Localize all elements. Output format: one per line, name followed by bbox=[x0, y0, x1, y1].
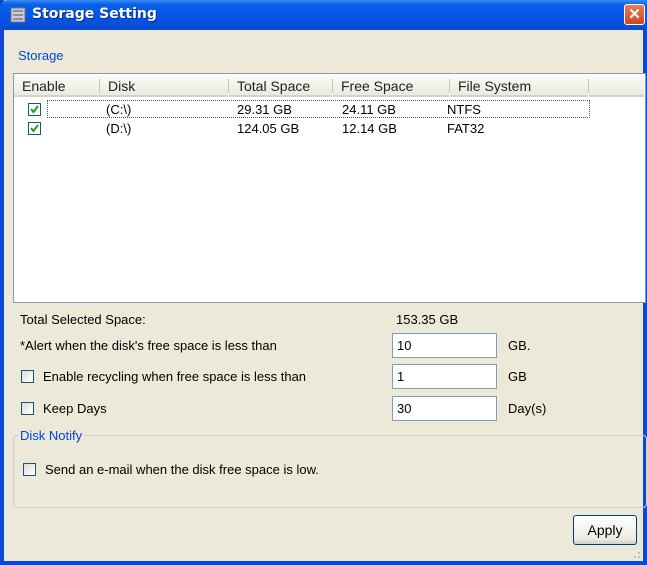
column-file-system[interactable]: File System bbox=[450, 75, 588, 97]
window-title: Storage Setting bbox=[32, 6, 157, 22]
free-space-cell: 24.11 GB bbox=[342, 102, 396, 117]
column-filler bbox=[589, 75, 644, 97]
total-selected-label: Total Selected Space: bbox=[20, 312, 146, 327]
alert-unit: GB. bbox=[508, 338, 531, 353]
total-space-cell: 124.05 GB bbox=[237, 121, 300, 136]
table-row[interactable]: (D:\) 124.05 GB 12.14 GB FAT32 bbox=[28, 120, 628, 137]
keep-days-label: Keep Days bbox=[43, 401, 107, 416]
file-system-cell: NTFS bbox=[447, 102, 481, 117]
column-total-space[interactable]: Total Space bbox=[229, 75, 332, 97]
email-notify-checkbox[interactable] bbox=[23, 463, 36, 476]
recycling-unit: GB bbox=[508, 369, 527, 384]
column-disk[interactable]: Disk bbox=[100, 75, 228, 97]
file-system-cell: FAT32 bbox=[447, 121, 485, 136]
disk-cell: (D:\) bbox=[106, 121, 132, 136]
column-free-space[interactable]: Free Space bbox=[333, 75, 449, 97]
disk-cell: (C:\) bbox=[106, 102, 132, 117]
enable-checkbox[interactable] bbox=[28, 122, 41, 135]
resize-grip-icon[interactable] bbox=[629, 547, 641, 559]
alert-label: *Alert when the disk's free space is les… bbox=[20, 338, 277, 353]
disk-list-header: Enable Disk Total Space Free Space File … bbox=[13, 75, 646, 97]
checkmark-icon bbox=[30, 124, 39, 133]
recycling-checkbox[interactable] bbox=[21, 370, 34, 383]
disk-notify-legend: Disk Notify bbox=[20, 428, 83, 443]
total-space-cell: 29.31 GB bbox=[237, 102, 292, 117]
recycling-label: Enable recycling when free space is less… bbox=[43, 369, 307, 384]
total-selected-value: 153.35 GB bbox=[396, 312, 459, 327]
free-space-cell: 12.14 GB bbox=[342, 121, 397, 136]
email-notify-label: Send an e-mail when the disk free space … bbox=[45, 462, 319, 477]
close-button[interactable]: ✕ bbox=[624, 4, 645, 25]
checkmark-icon bbox=[30, 105, 39, 114]
title-bar[interactable]: Storage Setting ✕ bbox=[0, 0, 647, 30]
keep-days-unit: Day(s) bbox=[508, 401, 547, 416]
close-icon: ✕ bbox=[628, 6, 641, 23]
column-enable[interactable]: Enable bbox=[14, 75, 100, 97]
recycling-threshold-input[interactable]: 1 bbox=[392, 364, 497, 389]
storage-icon bbox=[10, 7, 26, 23]
apply-button[interactable]: Apply bbox=[573, 515, 637, 545]
keep-days-input[interactable]: 30 bbox=[392, 396, 497, 421]
table-row[interactable]: (C:\) 29.31 GB 24.11 GB NTFS bbox=[28, 101, 628, 118]
keep-days-checkbox[interactable] bbox=[21, 402, 34, 415]
enable-checkbox[interactable] bbox=[28, 103, 41, 116]
alert-threshold-input[interactable]: 10 bbox=[392, 333, 497, 358]
storage-legend: Storage bbox=[18, 48, 64, 63]
